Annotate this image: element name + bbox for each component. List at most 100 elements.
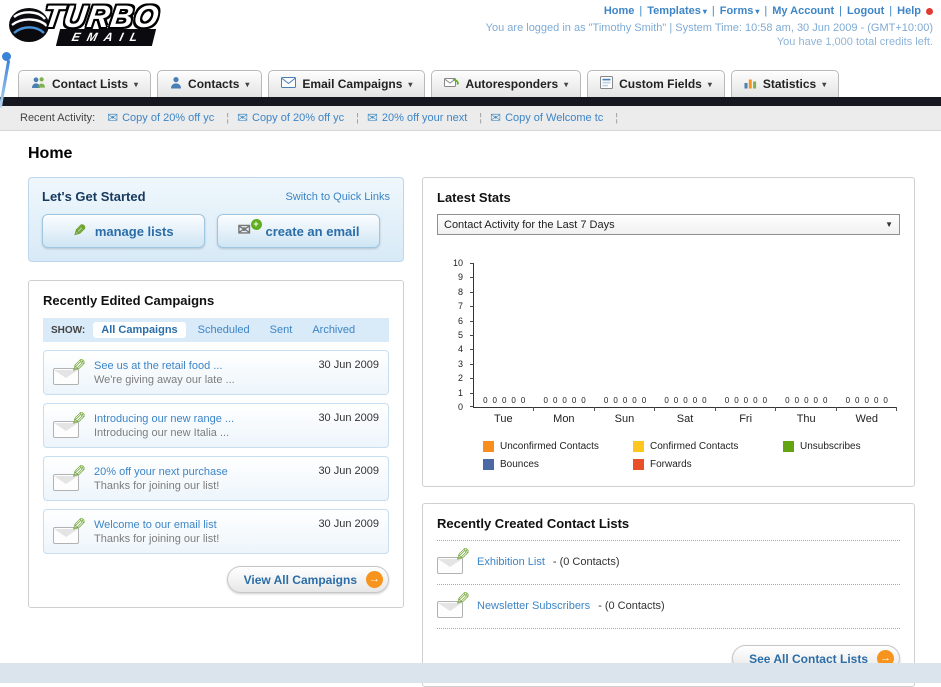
- view-all-campaigns-button[interactable]: View All Campaigns →: [226, 566, 389, 593]
- chart-value: 0: [753, 396, 758, 405]
- chart-value: 0: [511, 396, 516, 405]
- chart-value-labels: 00000: [725, 396, 767, 405]
- chart-y-tick-label: 0: [457, 402, 463, 412]
- tab-archived[interactable]: Archived: [304, 322, 363, 338]
- recent-activity-item[interactable]: ✉ Copy of 20% off yc: [237, 110, 359, 125]
- campaign-filter-tabs: SHOW: All Campaigns Scheduled Sent Archi…: [43, 318, 389, 342]
- recent-activity-item[interactable]: ✉ Copy of Welcome tc: [490, 110, 618, 125]
- recent-activity-item[interactable]: ✉ 20% off your next: [367, 111, 482, 124]
- tab-contact-lists[interactable]: Contact Lists ▾: [18, 70, 152, 97]
- latest-stats-panel: Latest Stats Contact Activity for the La…: [422, 177, 915, 487]
- campaigns-panel-title: Recently Edited Campaigns: [43, 293, 215, 308]
- legend-item: Confirmed Contacts: [633, 441, 783, 452]
- header-utility-area: HomeTemplates▾Forms▾My AccountLogoutHelp…: [486, 5, 933, 48]
- top-link-forms[interactable]: Forms▾: [707, 5, 760, 17]
- legend-label: Unconfirmed Contacts: [500, 441, 599, 452]
- chart-value: 0: [743, 396, 749, 405]
- legend-swatch: [633, 441, 644, 452]
- contact-icon: [170, 76, 182, 92]
- campaign-list-item[interactable]: ✎ Introducing our new range ... Introduc…: [43, 403, 389, 448]
- chart-value: 0: [724, 396, 730, 405]
- chart-value: 0: [613, 396, 618, 405]
- top-link-my-account[interactable]: My Account: [759, 5, 834, 17]
- tab-label: Contacts: [188, 77, 240, 91]
- chart-plot-area: 00000000000000000000000000000000000: [470, 263, 898, 411]
- contact-list-item[interactable]: ✎ Exhibition List - (0 Contacts): [437, 541, 900, 585]
- tab-sent[interactable]: Sent: [262, 322, 301, 338]
- campaign-list-item[interactable]: ✎ See us at the retail food ... We're gi…: [43, 350, 389, 395]
- top-link-templates[interactable]: Templates▾: [634, 5, 706, 17]
- legend-label: Confirmed Contacts: [650, 441, 739, 452]
- contact-list-item[interactable]: ✎ Newsletter Subscribers - (0 Contacts): [437, 585, 900, 629]
- chart-value-labels: 00000: [664, 396, 706, 405]
- chart-y-tick-label: 2: [457, 373, 463, 384]
- chart-bar-group: 00000: [837, 263, 898, 411]
- campaign-subtitle: Introducing our new Italia ...: [94, 426, 230, 439]
- tab-all-campaigns[interactable]: All Campaigns: [93, 322, 186, 338]
- chart-y-tick-mark: [470, 378, 474, 380]
- tab-statistics[interactable]: Statistics ▾: [730, 70, 840, 97]
- chart-value: 0: [571, 396, 577, 405]
- nav-divider-bar: [0, 97, 941, 106]
- chevron-down-icon: ▾: [822, 79, 827, 89]
- campaign-title-link[interactable]: 20% off your next purchase: [94, 466, 309, 478]
- campaign-date: 30 Jun 2009: [318, 359, 379, 371]
- campaign-title-link[interactable]: See us at the retail food ...: [94, 360, 309, 372]
- logo-text-turbo: TURBO: [41, 0, 162, 34]
- legend-label: Bounces: [500, 459, 539, 470]
- contact-list-link[interactable]: Exhibition List: [477, 556, 545, 568]
- chart-y-tick-mark: [470, 320, 474, 322]
- campaign-title-link[interactable]: Introducing our new range ...: [94, 413, 309, 425]
- get-started-panel: Let's Get Started Switch to Quick Links …: [28, 177, 404, 262]
- chart-value: 0: [562, 396, 567, 405]
- stats-activity-select[interactable]: Contact Activity for the Last 7 Days ▼: [437, 214, 900, 235]
- envelope-pencil-icon: ✎: [53, 409, 86, 439]
- tab-contacts[interactable]: Contacts ▾: [157, 70, 263, 97]
- turbo-email-logo[interactable]: TURBO EMAIL: [8, 0, 162, 46]
- recent-activity-item[interactable]: ✉ Copy of 20% off yc: [107, 111, 229, 124]
- envelope-icon: ✉: [237, 110, 248, 125]
- chart-value: 0: [632, 396, 637, 405]
- top-nav-links: HomeTemplates▾Forms▾My AccountLogoutHelp: [486, 5, 933, 17]
- legend-item: Unsubscribes: [783, 441, 900, 452]
- tab-custom-fields[interactable]: Custom Fields ▾: [587, 70, 725, 97]
- legend-swatch: [483, 441, 494, 452]
- chart-x-label: Sat: [676, 413, 694, 425]
- chart-y-tick-mark: [470, 291, 474, 293]
- chart-value: 0: [883, 396, 888, 405]
- campaign-list-item[interactable]: ✎ 20% off your next purchase Thanks for …: [43, 456, 389, 501]
- manage-lists-button[interactable]: ✎ manage lists: [42, 214, 205, 248]
- chart-value: 0: [520, 396, 526, 405]
- chart-value: 0: [552, 396, 558, 405]
- chart-bar-group: 00000: [595, 263, 656, 411]
- chart-y-tick-label: 6: [457, 315, 463, 326]
- tab-scheduled[interactable]: Scheduled: [190, 322, 258, 338]
- chart-value: 0: [673, 396, 679, 405]
- chart-value: 0: [845, 396, 851, 405]
- tab-autoresponders[interactable]: Autoresponders ▾: [431, 70, 582, 97]
- campaign-list-item[interactable]: ✎ Welcome to our email list Thanks for j…: [43, 509, 389, 554]
- chart-x-label: Thu: [796, 413, 816, 425]
- chart-y-tick-mark: [470, 363, 474, 365]
- chevron-down-icon: ▾: [707, 79, 712, 89]
- chart-legend: Unconfirmed Contacts Confirmed Contacts Un…: [483, 441, 900, 470]
- chart-value: 0: [762, 396, 768, 405]
- top-link-logout[interactable]: Logout: [834, 5, 884, 17]
- top-link-help[interactable]: Help: [884, 5, 921, 17]
- logo-text: TURBO EMAIL: [41, 0, 162, 46]
- top-header: TURBO EMAIL HomeTemplates▾Forms▾My Accou…: [0, 0, 941, 108]
- chevron-down-icon: ▾: [408, 79, 413, 89]
- chart-bar-group: 00000: [655, 263, 717, 411]
- chart-y-tick-mark: [470, 335, 474, 336]
- top-link-home[interactable]: Home: [604, 5, 635, 17]
- legend-item: Bounces: [483, 459, 633, 470]
- contact-list-link[interactable]: Newsletter Subscribers: [477, 600, 590, 612]
- right-column: Latest Stats Contact Activity for the La…: [422, 177, 915, 687]
- envelope-icon: ✉: [490, 110, 502, 125]
- chevron-down-icon: ▾: [245, 79, 250, 89]
- chart-value: 0: [822, 396, 828, 405]
- switch-to-quick-links[interactable]: Switch to Quick Links: [285, 191, 390, 203]
- tab-email-campaigns[interactable]: Email Campaigns ▾: [268, 70, 426, 97]
- create-email-button[interactable]: ✉ + create an email: [217, 214, 380, 248]
- campaign-title-link[interactable]: Welcome to our email list: [94, 519, 309, 531]
